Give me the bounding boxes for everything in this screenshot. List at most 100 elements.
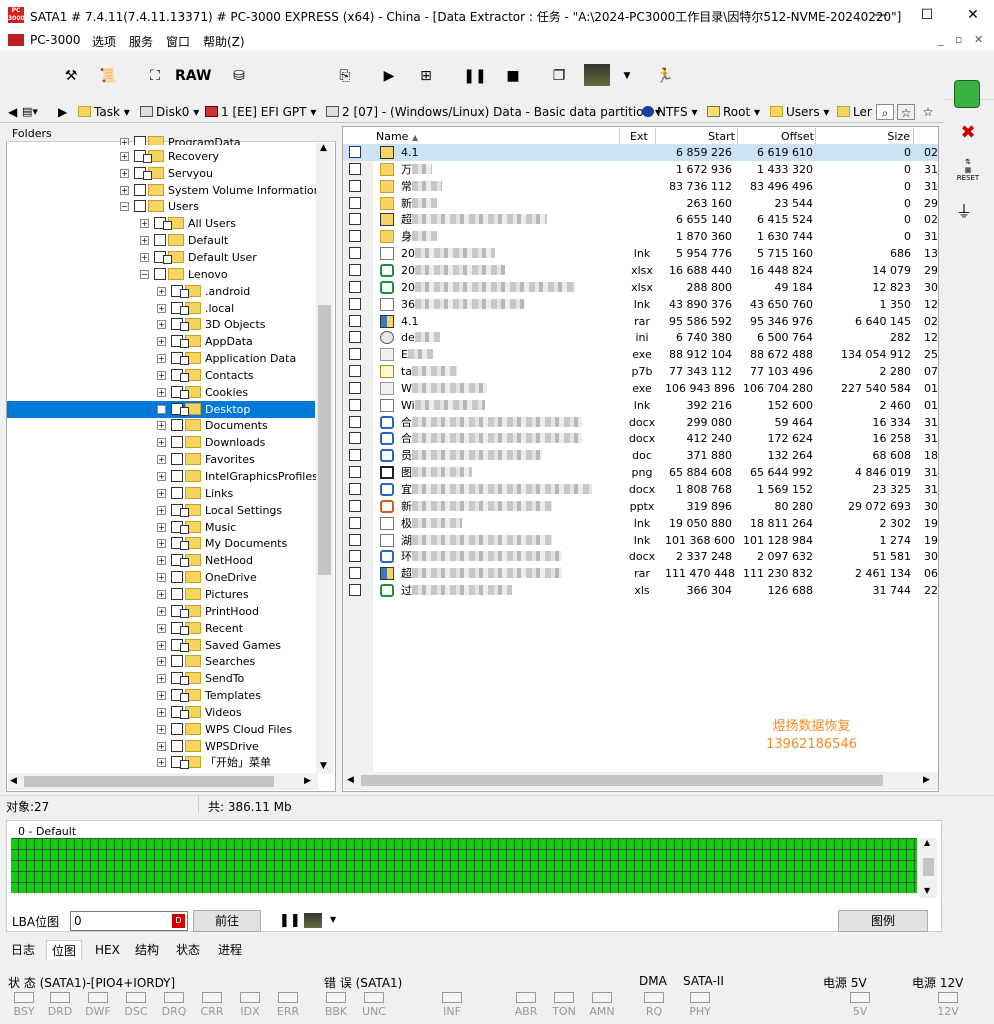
file-row[interactable]: Wexe 106 943 896 106 704 280 227 540 584 01 — [343, 380, 938, 397]
expand-icon[interactable]: + — [157, 438, 166, 448]
expand-icon[interactable]: + — [157, 623, 166, 633]
file-row[interactable]: 超 6 655 140 6 415 524 0 02 — [343, 211, 938, 228]
lba-picker-icon[interactable]: D — [172, 914, 185, 928]
expand-icon[interactable]: + — [157, 303, 166, 313]
forward-icon[interactable]: ▶ — [58, 104, 67, 120]
file-row[interactable]: 身 1 870 360 1 630 744 0 31 — [343, 228, 938, 245]
copy-icon[interactable]: ❐ — [546, 62, 572, 90]
binoculars-icon[interactable]: ⛶ — [142, 62, 168, 90]
file-row[interactable]: 4.1 rar 95 586 592 95 346 976 6 640 145 02 — [343, 313, 938, 330]
file-checkbox[interactable] — [349, 213, 361, 226]
file-row[interactable]: 合 docx 299 080 59 464 16 334 31 — [343, 414, 938, 431]
expand-icon[interactable]: + — [157, 741, 166, 751]
scroll-thumb[interactable] — [24, 776, 274, 787]
file-checkbox[interactable] — [349, 516, 361, 529]
tree-item[interactable]: + Application Data — [157, 350, 296, 367]
path-root[interactable]: Root ▾ — [707, 104, 760, 120]
column-ext[interactable]: Ext — [630, 130, 648, 144]
tree-item[interactable]: + Links — [157, 485, 233, 502]
mdi-window-controls[interactable]: _ ▫ ✕ — [938, 33, 987, 46]
runner-icon[interactable]: 🏃 — [652, 62, 678, 90]
disk-remove-icon[interactable]: ✖ — [955, 120, 981, 146]
pause-icon[interactable]: ❚❚ — [279, 913, 301, 928]
expand-icon[interactable]: + — [157, 589, 166, 599]
file-row[interactable]: 员 doc 371 880 132 264 68 608 18 — [343, 447, 938, 464]
map-view-icon[interactable] — [304, 913, 322, 928]
tree-item[interactable]: + SendTo — [157, 670, 244, 687]
file-checkbox[interactable] — [349, 415, 361, 428]
column-size[interactable]: Size — [820, 130, 910, 144]
tree-checkbox[interactable] — [171, 486, 183, 499]
collapse-icon[interactable]: − — [140, 269, 149, 279]
search-icon[interactable]: ⌕ — [876, 104, 894, 120]
network-icon[interactable]: ⊞ — [413, 62, 439, 90]
file-checkbox[interactable] — [349, 381, 361, 394]
tree-checkbox[interactable] — [171, 453, 183, 466]
tree-item[interactable]: + Cookies — [157, 384, 248, 401]
expand-icon[interactable]: + — [157, 286, 166, 296]
play-icon[interactable]: ▶ — [376, 62, 402, 90]
expand-icon[interactable]: + — [157, 674, 166, 684]
expand-icon[interactable]: + — [120, 138, 129, 145]
expand-icon[interactable]: + — [157, 522, 166, 532]
expand-icon[interactable]: + — [157, 505, 166, 515]
file-row[interactable]: de ini 6 740 380 6 500 764 282 12 — [343, 329, 938, 346]
power-icon[interactable]: ⏚ — [956, 198, 972, 222]
file-row[interactable]: 新 pptx 319 896 80 280 29 072 693 30 — [343, 498, 938, 515]
expand-icon[interactable]: + — [157, 691, 166, 701]
expand-icon[interactable]: + — [157, 573, 166, 583]
file-row[interactable]: 4.1 6 859 226 6 619 610 0 02 — [343, 144, 938, 161]
tree-checkbox[interactable] — [134, 136, 146, 145]
tree-item[interactable]: + ProgramData — [120, 136, 241, 145]
scroll-thumb[interactable] — [318, 305, 331, 575]
file-row[interactable]: 过 xls 366 304 126 688 31 744 22 — [343, 582, 938, 599]
menu-options[interactable]: 选项 — [92, 33, 116, 50]
file-checkbox[interactable] — [349, 499, 361, 512]
tree-checkbox[interactable] — [154, 234, 166, 247]
file-row[interactable]: 万 1 672 936 1 433 320 0 31 — [343, 161, 938, 178]
reset-icon[interactable]: ⇅ ▦ RESET — [956, 158, 980, 182]
tree-item[interactable]: + Local Settings — [157, 502, 282, 519]
menu-service[interactable]: 服务 — [129, 33, 153, 50]
back-icon[interactable]: ◀ — [8, 104, 17, 120]
tree-item[interactable]: − Users — [120, 198, 199, 215]
file-checkbox[interactable] — [349, 314, 361, 327]
tree-item[interactable]: + 「开始」菜单 — [157, 754, 271, 771]
expand-icon[interactable]: + — [157, 707, 166, 717]
tree-item[interactable]: + All Users — [140, 215, 236, 232]
tree-item[interactable]: + PrintHood — [157, 603, 259, 620]
tree-item[interactable]: + Music — [157, 519, 236, 536]
tree-item[interactable]: + .local — [157, 300, 234, 317]
column-name[interactable]: Name ▲ — [376, 130, 418, 144]
collapse-icon[interactable]: − — [120, 202, 129, 212]
file-row[interactable]: 环 docx 2 337 248 2 097 632 51 581 30 — [343, 548, 938, 565]
tree-checkbox[interactable] — [171, 739, 183, 752]
tree-checkbox[interactable] — [171, 571, 183, 584]
raw-button[interactable]: RAW — [175, 62, 211, 90]
tab-status[interactable]: 状态 — [171, 940, 205, 960]
expand-icon[interactable]: + — [157, 724, 166, 734]
map-vertical-scrollbar[interactable]: ▲ ▼ — [920, 838, 937, 898]
export-icon[interactable]: ⎘ — [332, 62, 358, 90]
legend-button[interactable]: 图例 — [838, 910, 928, 932]
file-row[interactable]: ta p7b 77 343 112 77 103 496 2 280 07 — [343, 363, 938, 380]
expand-icon[interactable]: + — [157, 320, 166, 330]
add-favorite-icon[interactable]: ☆ — [919, 104, 937, 120]
file-row[interactable]: 湖 lnk 101 368 600 101 128 984 1 274 19 — [343, 532, 938, 549]
expand-icon[interactable]: + — [157, 404, 166, 414]
chevron-down-icon[interactable]: ▼ — [614, 62, 640, 90]
tab-structure[interactable]: 结构 — [130, 940, 164, 960]
expand-icon[interactable]: + — [140, 252, 149, 262]
expand-icon[interactable]: + — [157, 556, 166, 566]
file-row[interactable]: 图 png 65 884 608 65 644 992 4 846 019 31 — [343, 464, 938, 481]
tree-item[interactable]: + Videos — [157, 704, 242, 721]
expand-icon[interactable]: + — [157, 539, 166, 549]
tree-item[interactable]: + Contacts — [157, 367, 254, 384]
tree-item[interactable]: + My Documents — [157, 535, 287, 552]
tree-item[interactable]: + .android — [157, 283, 250, 300]
expand-icon[interactable]: + — [157, 640, 166, 650]
tree-item[interactable]: − Lenovo — [140, 266, 228, 283]
minimize-button[interactable]: — — [858, 0, 904, 30]
file-checkbox[interactable] — [349, 483, 361, 495]
scroll-right-icon[interactable]: ▶ — [304, 776, 311, 786]
